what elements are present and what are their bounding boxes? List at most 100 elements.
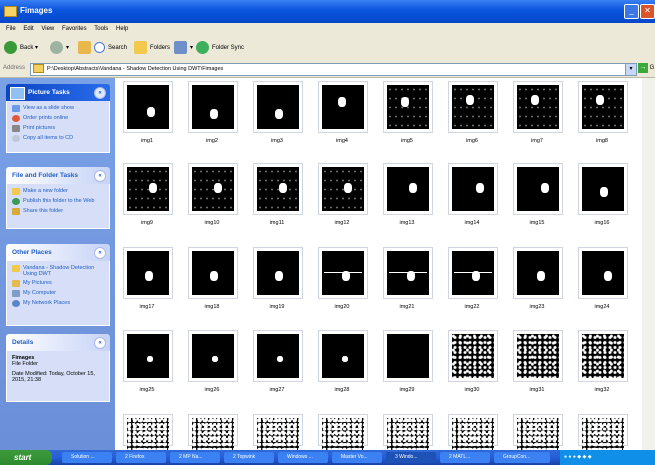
thumbnail-label[interactable]: img26 bbox=[182, 387, 242, 393]
other-places-header[interactable]: Other Places « bbox=[6, 244, 110, 261]
thumbnail[interactable] bbox=[123, 414, 173, 450]
thumbnail[interactable] bbox=[383, 330, 433, 382]
task-firefox[interactable]: 2 Firefox bbox=[116, 452, 166, 463]
thumbnail-label[interactable]: img1 bbox=[117, 138, 177, 144]
menu-file[interactable]: File bbox=[6, 23, 16, 36]
menu-help[interactable]: Help bbox=[116, 23, 128, 36]
collapse-icon[interactable]: « bbox=[94, 247, 106, 259]
thumbnail-label[interactable]: img12 bbox=[312, 220, 372, 226]
thumbnail[interactable] bbox=[448, 414, 498, 450]
thumbnail[interactable] bbox=[123, 247, 173, 299]
collapse-icon[interactable]: « bbox=[94, 337, 106, 349]
thumbnail-label[interactable]: img22 bbox=[442, 304, 502, 310]
thumbnail-label[interactable]: img25 bbox=[117, 387, 177, 393]
my-computer-link[interactable]: My Computer bbox=[12, 290, 104, 297]
thumbnail[interactable] bbox=[513, 414, 563, 450]
thumbnail-label[interactable]: img16 bbox=[572, 220, 632, 226]
thumbnail-label[interactable]: img6 bbox=[442, 138, 502, 144]
menu-edit[interactable]: Edit bbox=[23, 23, 33, 36]
thumbnail-label[interactable]: img18 bbox=[182, 304, 242, 310]
thumbnail[interactable] bbox=[448, 330, 498, 382]
thumbnail-label[interactable]: img11 bbox=[247, 220, 307, 226]
collapse-icon[interactable]: « bbox=[94, 170, 106, 182]
views-button[interactable]: ▾ bbox=[174, 41, 193, 56]
up-folder-button[interactable] bbox=[78, 41, 94, 56]
thumbnail-label[interactable]: img32 bbox=[572, 387, 632, 393]
thumbnail-label[interactable]: img24 bbox=[572, 304, 632, 310]
task-topwink[interactable]: 2 Topwink bbox=[224, 452, 274, 463]
minimize-button[interactable]: _ bbox=[624, 4, 639, 19]
thumbnail-label[interactable]: img29 bbox=[377, 387, 437, 393]
forward-button[interactable]: ▾ bbox=[50, 41, 69, 56]
address-dropdown[interactable]: ▾ bbox=[625, 63, 637, 76]
my-pictures-link[interactable]: My Pictures bbox=[12, 280, 104, 287]
thumbnail[interactable] bbox=[188, 163, 238, 215]
thumbnail-label[interactable]: img15 bbox=[507, 220, 567, 226]
thumbnail-label[interactable]: img28 bbox=[312, 387, 372, 393]
thumbnail[interactable] bbox=[448, 163, 498, 215]
my-network-places-link[interactable]: My Network Places bbox=[12, 300, 104, 307]
back-button[interactable]: Back ▾ bbox=[4, 41, 38, 56]
folders-button[interactable]: Folders bbox=[134, 41, 170, 56]
thumbnail[interactable] bbox=[513, 81, 563, 133]
thumbnail[interactable] bbox=[448, 247, 498, 299]
address-input[interactable]: P:\Desktop\Abstracts\Vandana - Shadow De… bbox=[30, 63, 626, 76]
thumbnail[interactable] bbox=[123, 163, 173, 215]
thumbnail[interactable] bbox=[253, 330, 303, 382]
thumbnail-label[interactable]: img3 bbox=[247, 138, 307, 144]
start-button[interactable]: start bbox=[0, 450, 52, 465]
thumbnail[interactable] bbox=[383, 163, 433, 215]
slideshow-link[interactable]: View as a slide show bbox=[12, 105, 104, 112]
thumbnail[interactable] bbox=[513, 163, 563, 215]
thumbnail[interactable] bbox=[318, 81, 368, 133]
search-button[interactable]: Search bbox=[94, 41, 127, 56]
thumbnail[interactable] bbox=[188, 330, 238, 382]
folder-sync-button[interactable]: Folder Sync bbox=[196, 41, 244, 56]
thumbnail[interactable] bbox=[318, 330, 368, 382]
thumbnail[interactable] bbox=[188, 247, 238, 299]
print-pictures-link[interactable]: Print pictures bbox=[12, 125, 104, 132]
go-button[interactable]: → G bbox=[638, 63, 655, 75]
thumbnail-label[interactable]: img10 bbox=[182, 220, 242, 226]
task-master-vo[interactable]: Master Vo... bbox=[332, 452, 382, 463]
thumbnail[interactable] bbox=[188, 414, 238, 450]
thumbnail[interactable] bbox=[318, 247, 368, 299]
thumbnail-label[interactable]: img4 bbox=[312, 138, 372, 144]
thumbnail[interactable] bbox=[513, 330, 563, 382]
thumbnail[interactable] bbox=[578, 414, 628, 450]
thumbnail[interactable] bbox=[578, 330, 628, 382]
thumbnail[interactable] bbox=[578, 81, 628, 133]
thumbnail-label[interactable]: img5 bbox=[377, 138, 437, 144]
thumbnail-label[interactable]: img9 bbox=[117, 220, 177, 226]
thumbnail[interactable] bbox=[578, 163, 628, 215]
share-folder-link[interactable]: Share this folder bbox=[12, 208, 104, 215]
thumbnail[interactable] bbox=[123, 81, 173, 133]
thumbnail[interactable] bbox=[383, 247, 433, 299]
thumbnail[interactable] bbox=[383, 414, 433, 450]
thumbnail-label[interactable]: img14 bbox=[442, 220, 502, 226]
vertical-scrollbar[interactable] bbox=[642, 78, 655, 450]
copy-to-cd-link[interactable]: Copy all items to CD bbox=[12, 135, 104, 142]
thumbnail-label[interactable]: img21 bbox=[377, 304, 437, 310]
menu-view[interactable]: View bbox=[41, 23, 54, 36]
details-header[interactable]: Details « bbox=[6, 334, 110, 351]
parent-folder-link[interactable]: Vandana - Shadow Detection Using DWT bbox=[12, 265, 104, 277]
thumbnail[interactable] bbox=[318, 163, 368, 215]
publish-folder-link[interactable]: Publish this folder to the Web bbox=[12, 198, 104, 205]
thumbnail[interactable] bbox=[123, 330, 173, 382]
picture-tasks-header[interactable]: Picture Tasks « bbox=[6, 84, 110, 101]
task-groupcon[interactable]: GroupCon... bbox=[494, 452, 550, 463]
task-mp-na[interactable]: 2 MP Na... bbox=[170, 452, 220, 463]
thumbnail-label[interactable]: img19 bbox=[247, 304, 307, 310]
thumbnail-label[interactable]: img20 bbox=[312, 304, 372, 310]
menu-favorites[interactable]: Favorites bbox=[62, 23, 87, 36]
thumbnail[interactable] bbox=[253, 81, 303, 133]
thumbnail-label[interactable]: img30 bbox=[442, 387, 502, 393]
thumbnail[interactable] bbox=[318, 414, 368, 450]
menu-tools[interactable]: Tools bbox=[94, 23, 108, 36]
close-button[interactable]: ✕ bbox=[640, 4, 655, 19]
collapse-icon[interactable]: « bbox=[94, 87, 106, 99]
task-windows-explorer[interactable]: 3 Windo... bbox=[386, 452, 436, 463]
thumbnail[interactable] bbox=[383, 81, 433, 133]
thumbnail-label[interactable]: img27 bbox=[247, 387, 307, 393]
